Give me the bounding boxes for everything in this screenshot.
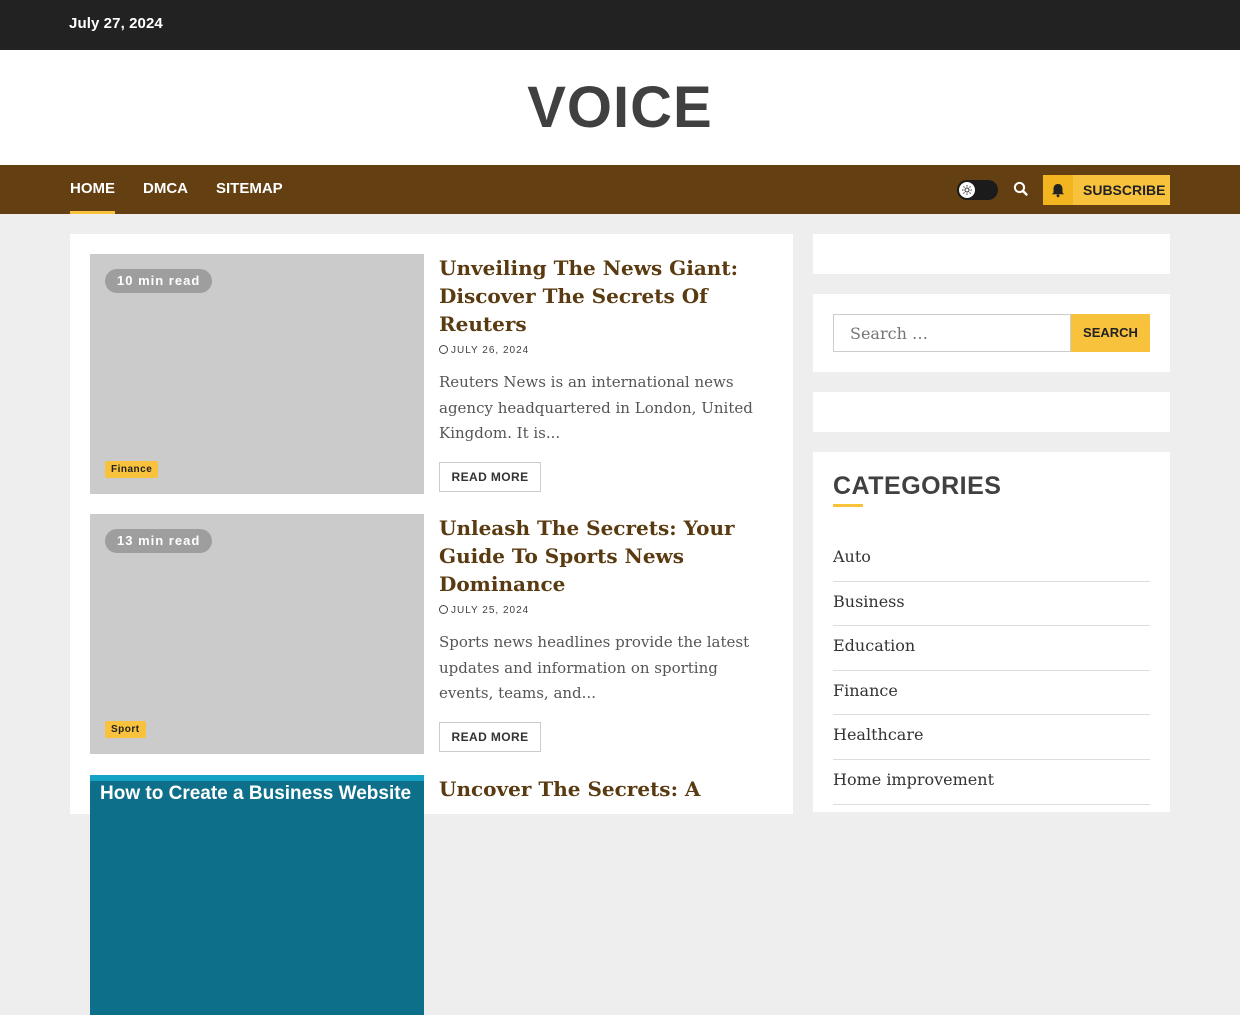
read-more-button[interactable]: READ MORE bbox=[439, 462, 541, 492]
sidebar-widget-empty bbox=[813, 392, 1170, 432]
article-title[interactable]: Unveiling The News Giant: Discover The S… bbox=[439, 254, 759, 338]
category-item-finance[interactable]: Finance bbox=[833, 671, 1150, 716]
category-item-home-improvement[interactable]: Home improvement bbox=[833, 760, 1150, 805]
article-card: How to Create a Business Website Uncover… bbox=[90, 775, 773, 1015]
category-badge[interactable]: Sport bbox=[105, 721, 146, 738]
categories-heading: CATEGORIES bbox=[833, 472, 1002, 500]
article-card: 13 min read Sport Unleash The Secrets: Y… bbox=[90, 514, 773, 754]
top-bar: July 27, 2024 bbox=[0, 0, 1240, 50]
category-badge[interactable]: Finance bbox=[105, 461, 159, 478]
article-excerpt: Reuters News is an international news ag… bbox=[439, 373, 753, 442]
sidebar-widget-empty bbox=[813, 234, 1170, 274]
search-submit-button[interactable]: SEARCH bbox=[1071, 314, 1150, 352]
search-icon[interactable] bbox=[1011, 179, 1031, 199]
category-item-business[interactable]: Business bbox=[833, 582, 1150, 627]
read-more-button[interactable]: READ MORE bbox=[439, 722, 541, 752]
category-list: Auto Business Education Finance Healthca… bbox=[833, 537, 1150, 805]
heading-underline bbox=[833, 504, 863, 507]
article-date: JULY 26, 2024 bbox=[439, 345, 529, 356]
subscribe-button[interactable]: SUBSCRIBE bbox=[1043, 175, 1170, 205]
article-card: 10 min read Finance Unveiling The News G… bbox=[90, 254, 773, 494]
sun-icon bbox=[959, 182, 975, 198]
subscribe-label: SUBSCRIBE bbox=[1083, 182, 1166, 198]
article-date-text: JULY 25, 2024 bbox=[451, 605, 530, 616]
search-input[interactable] bbox=[848, 315, 1072, 351]
thumbnail-accent-bar bbox=[90, 775, 424, 781]
article-thumbnail[interactable]: 13 min read Sport bbox=[90, 514, 424, 754]
nav-item-sitemap[interactable]: SITEMAP bbox=[216, 165, 283, 214]
article-date-text: JULY 26, 2024 bbox=[451, 345, 530, 356]
article-date: JULY 25, 2024 bbox=[439, 605, 529, 616]
search-widget: SEARCH bbox=[813, 294, 1170, 372]
nav-item-dmca[interactable]: DMCA bbox=[143, 165, 188, 214]
read-time-badge: 10 min read bbox=[105, 269, 213, 293]
article-excerpt: Sports news headlines provide the latest… bbox=[439, 633, 750, 702]
read-time-badge: 13 min read bbox=[105, 529, 213, 553]
current-date: July 27, 2024 bbox=[69, 15, 163, 32]
site-title[interactable]: VOICE bbox=[0, 76, 1240, 140]
masthead: VOICE bbox=[0, 50, 1240, 165]
bell-icon bbox=[1043, 175, 1073, 205]
clock-icon bbox=[439, 345, 448, 354]
categories-widget: CATEGORIES Auto Business Education Finan… bbox=[813, 452, 1170, 812]
nav-item-home[interactable]: HOME bbox=[70, 165, 115, 214]
article-thumbnail[interactable]: 10 min read Finance bbox=[90, 254, 424, 494]
category-item-healthcare[interactable]: Healthcare bbox=[833, 715, 1150, 760]
article-title[interactable]: Uncover The Secrets: A bbox=[439, 775, 759, 803]
category-item-auto[interactable]: Auto bbox=[833, 537, 1150, 582]
article-title[interactable]: Unleash The Secrets: Your Guide To Sport… bbox=[439, 514, 759, 598]
search-field[interactable] bbox=[833, 314, 1072, 352]
category-item-education[interactable]: Education bbox=[833, 626, 1150, 671]
article-list: 10 min read Finance Unveiling The News G… bbox=[70, 234, 793, 1015]
thumbnail-caption: How to Create a Business Website bbox=[100, 783, 412, 804]
clock-icon bbox=[439, 605, 448, 614]
theme-toggle[interactable] bbox=[957, 180, 998, 200]
article-thumbnail[interactable]: How to Create a Business Website bbox=[90, 775, 424, 1015]
